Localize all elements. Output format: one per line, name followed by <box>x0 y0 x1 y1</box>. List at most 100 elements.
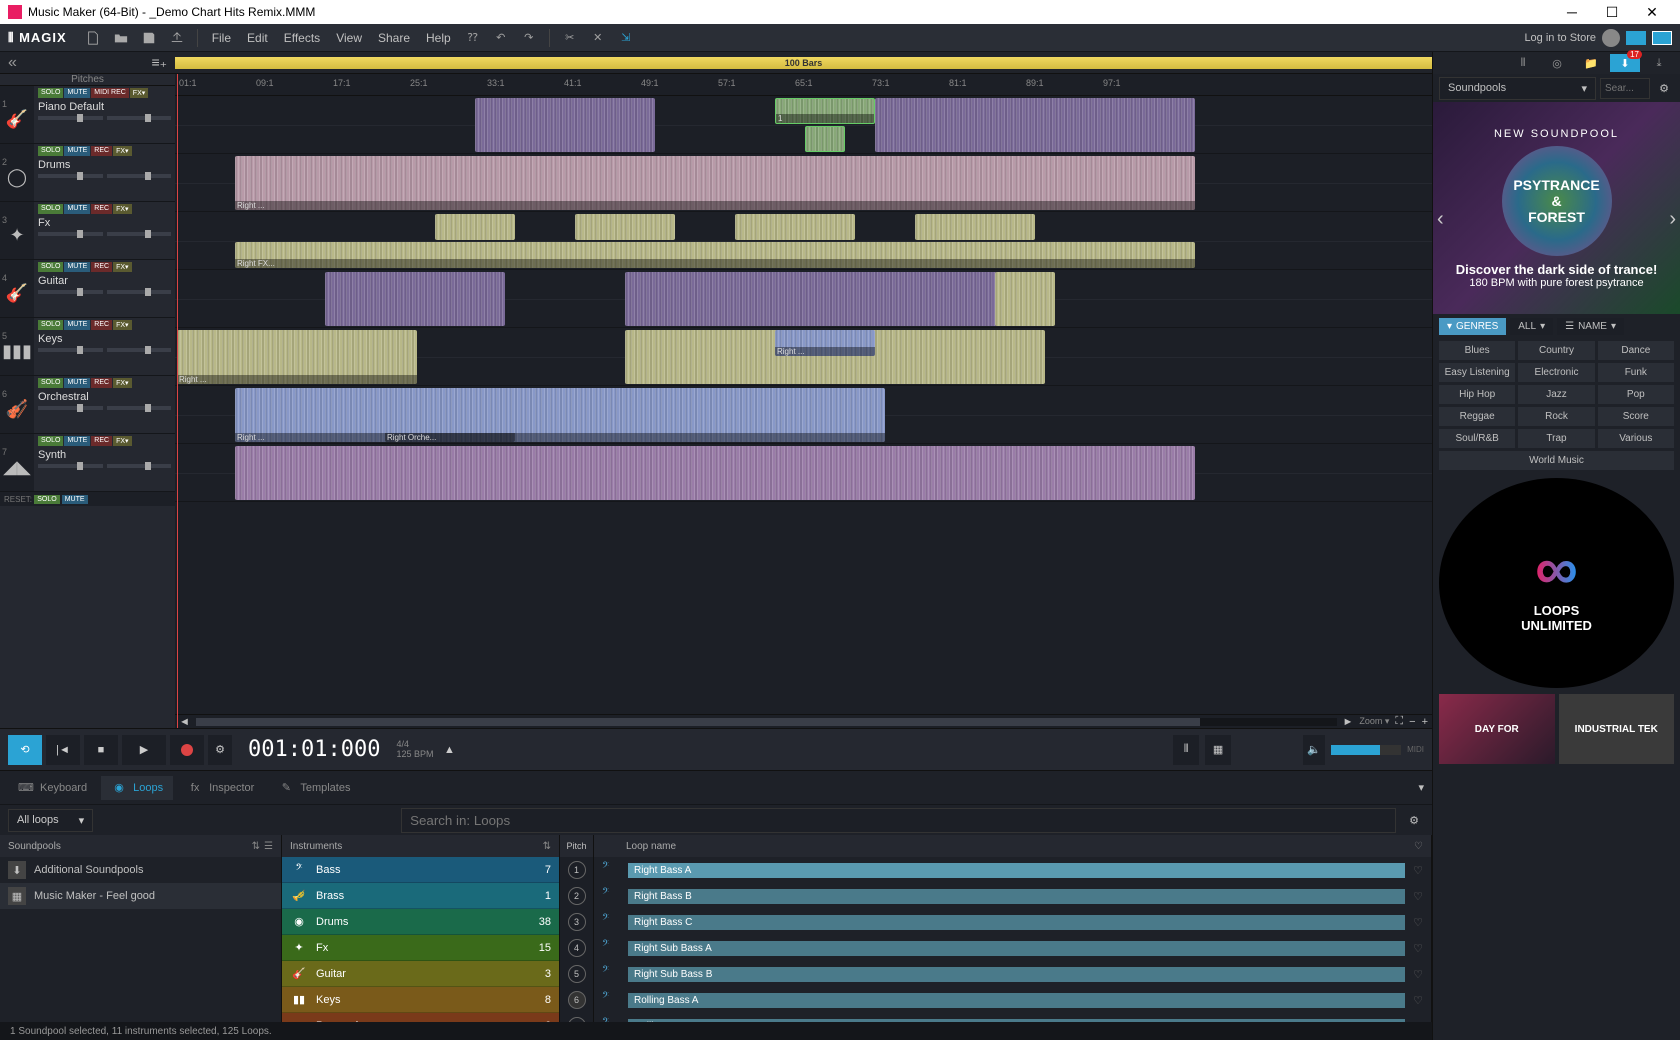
undo-icon[interactable]: ↶ <box>490 27 512 49</box>
pitch-item[interactable]: 4 <box>560 935 593 961</box>
sp-list-icon[interactable]: ☰ <box>264 841 273 852</box>
track-rec-button[interactable]: REC <box>91 204 112 214</box>
help-icon[interactable]: ⁇ <box>462 27 484 49</box>
genre-pill[interactable]: Score <box>1598 407 1674 426</box>
track-header[interactable]: 4🎸 SOLOMUTERECFX▾ Guitar <box>0 260 175 318</box>
loop-item[interactable]: 𝄢Right Bass B♡ <box>594 883 1431 909</box>
track-name[interactable]: Orchestral <box>38 390 171 404</box>
soundpool-item[interactable]: ▦Music Maker - Feel good <box>0 883 281 909</box>
track-rec-button[interactable]: REC <box>91 436 112 446</box>
track-mute-button[interactable]: MUTE <box>64 436 90 446</box>
track-mute-button[interactable]: MUTE <box>64 88 90 98</box>
mute-master-button[interactable]: 🔈 <box>1303 735 1325 765</box>
rp-tab-import[interactable]: ⤓ <box>1644 54 1674 72</box>
favorite-icon[interactable]: ♡ <box>1413 890 1423 903</box>
save-icon[interactable] <box>138 27 160 49</box>
master-volume-slider[interactable] <box>1331 745 1401 755</box>
track-mute-button[interactable]: MUTE <box>64 320 90 330</box>
avatar-icon[interactable] <box>1602 29 1620 47</box>
minimize-button[interactable]: ─ <box>1552 0 1592 24</box>
loop-item[interactable]: 𝄢Right Sub Bass B♡ <box>594 961 1431 987</box>
track-header[interactable]: 1🎸 SOLOMUTEMIDI RECFX▾ Piano Default <box>0 86 175 144</box>
promo-tile-1[interactable]: DAY FOR <box>1439 694 1555 764</box>
track-instrument-icon[interactable]: 4🎸 <box>0 260 34 317</box>
stop-button[interactable]: ■ <box>84 735 118 765</box>
track-name[interactable]: Guitar <box>38 274 171 288</box>
promo-banner[interactable]: ‹ › NEW SOUNDPOOL PSYTRANCE & FOREST Dis… <box>1433 102 1680 314</box>
track-fx-button[interactable]: FX▾ <box>130 88 148 98</box>
track-header[interactable]: 5▮▮▮ SOLOMUTERECFX▾ Keys <box>0 318 175 376</box>
genre-pill[interactable]: Blues <box>1439 341 1515 360</box>
genre-pill[interactable]: Easy Listening <box>1439 363 1515 382</box>
track-instrument-icon[interactable]: 6🎻 <box>0 376 34 433</box>
play-button[interactable]: ▶ <box>122 735 166 765</box>
pitch-item[interactable]: 1 <box>560 857 593 883</box>
track-instrument-icon[interactable]: 1🎸 <box>0 86 34 143</box>
track-fx-button[interactable]: FX▾ <box>113 320 131 330</box>
track-fx-button[interactable]: FX▾ <box>113 436 131 446</box>
track-vol-slider[interactable] <box>107 464 172 468</box>
genre-pill[interactable]: Trap <box>1518 429 1594 448</box>
track-header[interactable]: 3✦ SOLOMUTERECFX▾ Fx <box>0 202 175 260</box>
track-solo-button[interactable]: SOLO <box>38 320 63 330</box>
audio-clip[interactable] <box>435 214 515 240</box>
genre-pill[interactable]: Dance <box>1598 341 1674 360</box>
track-instrument-icon[interactable]: 5▮▮▮ <box>0 318 34 375</box>
instrument-item[interactable]: ✦Fx15 <box>282 935 559 961</box>
track-pan-slider[interactable] <box>38 232 103 236</box>
track-list-menu-icon[interactable]: ≡₊ <box>151 54 167 71</box>
track-rec-button[interactable]: REC <box>91 262 112 272</box>
track-rec-button[interactable]: REC <box>91 320 112 330</box>
close-button[interactable]: ✕ <box>1632 0 1672 24</box>
view-toggle-1[interactable] <box>1626 31 1646 45</box>
loops-settings-icon[interactable]: ⚙ <box>1404 810 1424 830</box>
audio-clip[interactable] <box>325 272 505 326</box>
sp-sort-icon[interactable]: ⇅ <box>252 841 260 852</box>
reset-mute[interactable]: MUTE <box>62 495 88 504</box>
track-instrument-icon[interactable]: 3✦ <box>0 202 34 259</box>
audio-clip[interactable] <box>735 214 855 240</box>
view-toggle-2[interactable] <box>1652 31 1672 45</box>
track-solo-button[interactable]: SOLO <box>38 146 63 156</box>
promo-prev-icon[interactable]: ‹ <box>1437 208 1444 231</box>
cut-icon[interactable]: ✂ <box>559 27 581 49</box>
instrument-item[interactable]: 🎺Brass1 <box>282 883 559 909</box>
track-name[interactable]: Drums <box>38 158 171 172</box>
track-rec-button[interactable]: REC <box>91 146 112 156</box>
favorite-icon[interactable]: ♡ <box>1413 864 1423 877</box>
pitch-item[interactable]: 7 <box>560 1013 593 1022</box>
redo-icon[interactable]: ↷ <box>518 27 540 49</box>
loop-item[interactable]: 𝄢Right Sub Bass A♡ <box>594 935 1431 961</box>
track-lane[interactable]: 1 <box>175 96 1432 154</box>
tab-inspector[interactable]: fxInspector <box>177 776 264 800</box>
loop-item[interactable]: 𝄢Rolling Bass B♡ <box>594 1013 1431 1022</box>
track-name[interactable]: Fx <box>38 216 171 230</box>
record-button[interactable] <box>170 735 204 765</box>
track-vol-slider[interactable] <box>107 406 172 410</box>
track-lane[interactable]: Right ...Right Orche... <box>175 386 1432 444</box>
reset-solo[interactable]: SOLO <box>34 495 59 504</box>
genre-pill[interactable]: Electronic <box>1518 363 1594 382</box>
delete-icon[interactable]: ✕ <box>587 27 609 49</box>
track-fx-button[interactable]: FX▾ <box>113 204 131 214</box>
track-rec-button[interactable]: REC <box>91 378 112 388</box>
track-solo-button[interactable]: SOLO <box>38 204 63 214</box>
track-name[interactable]: Keys <box>38 332 171 346</box>
horizontal-scrollbar[interactable]: ◄ ► Zoom ▾ ⛶ − + <box>175 714 1432 728</box>
dock-collapse-icon[interactable]: ▾ <box>1418 781 1424 794</box>
instrument-item[interactable]: ▮▮Keys8 <box>282 987 559 1013</box>
track-header[interactable]: 2◯ SOLOMUTERECFX▾ Drums <box>0 144 175 202</box>
inst-sort-icon[interactable]: ⇅ <box>543 841 551 852</box>
audio-clip[interactable] <box>805 126 845 152</box>
rp-tab-files[interactable]: 📁 <box>1576 54 1606 72</box>
zoom-label[interactable]: Zoom ▾ <box>1359 716 1389 727</box>
favorite-icon[interactable]: ♡ <box>1413 994 1423 1007</box>
instrument-item[interactable]: ◉Drums38 <box>282 909 559 935</box>
track-header[interactable]: 6🎻 SOLOMUTERECFX▾ Orchestral <box>0 376 175 434</box>
track-mute-button[interactable]: MUTE <box>64 146 90 156</box>
track-vol-slider[interactable] <box>107 290 172 294</box>
mixer-button[interactable]: ⦀ <box>1173 735 1199 765</box>
export-icon[interactable] <box>166 27 188 49</box>
track-instrument-icon[interactable]: 2◯ <box>0 144 34 201</box>
track-pan-slider[interactable] <box>38 348 103 352</box>
